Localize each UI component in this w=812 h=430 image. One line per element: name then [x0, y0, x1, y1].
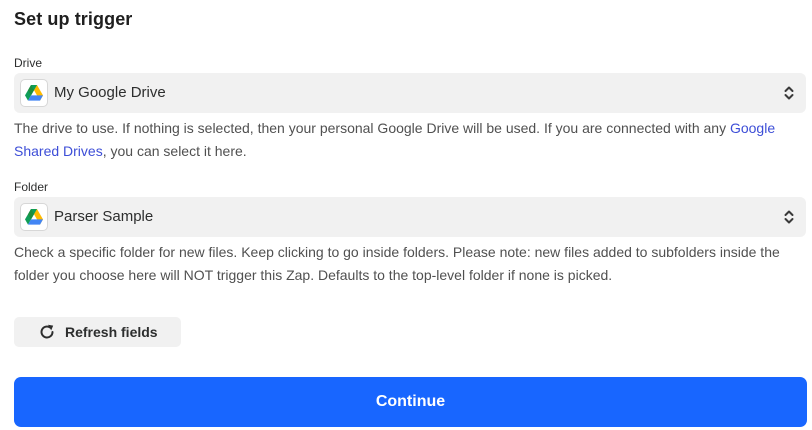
- folder-select[interactable]: Parser Sample: [14, 197, 806, 237]
- drive-select[interactable]: My Google Drive: [14, 73, 806, 113]
- folder-help-text: Check a specific folder for new files. K…: [14, 244, 780, 283]
- drive-help-text-before: The drive to use. If nothing is selected…: [14, 120, 730, 136]
- folder-label: Folder: [14, 180, 49, 194]
- folder-select-value: Parser Sample: [54, 208, 154, 225]
- refresh-fields-label: Refresh fields: [65, 324, 158, 340]
- refresh-fields-button[interactable]: Refresh fields: [14, 317, 181, 347]
- updown-chevron-icon: [784, 85, 794, 101]
- google-drive-icon: [20, 203, 48, 231]
- updown-chevron-icon: [784, 209, 794, 225]
- drive-label: Drive: [14, 56, 43, 70]
- drive-help-text: The drive to use. If nothing is selected…: [14, 117, 804, 162]
- refresh-icon: [40, 324, 54, 339]
- drive-help-text-after: , you can select it here.: [102, 142, 247, 159]
- google-drive-icon: [20, 79, 48, 107]
- continue-button[interactable]: Continue: [14, 377, 807, 427]
- page-title: Set up trigger: [14, 9, 133, 29]
- drive-select-value: My Google Drive: [54, 84, 166, 101]
